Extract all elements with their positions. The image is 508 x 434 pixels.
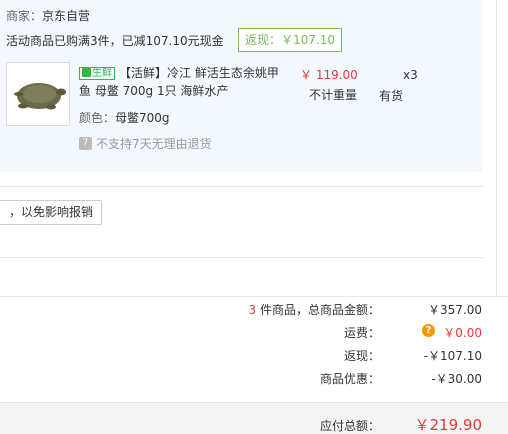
payable-value: ￥219.90 <box>414 416 483 434</box>
rebate-badge: 返现：￥107.10 <box>238 28 342 52</box>
column-divider <box>496 0 497 296</box>
payable-label: 应付总额： <box>319 419 380 433</box>
color-label: 颜色： <box>79 111 116 125</box>
discount-value: -￥30.00 <box>431 372 482 386</box>
merchant-info: 商家：京东自营 <box>6 7 90 24</box>
no-return-notice: 7 不支持7天无理由退货 <box>79 135 212 152</box>
cashback-label: 返现： <box>343 349 380 363</box>
section-divider <box>0 296 508 297</box>
goods-total-value: ￥357.00 <box>428 303 482 317</box>
shop-panel: 商家：京东自营 活动商品已购满3件，已减107.10元现金 返现：￥107.10… <box>0 0 482 172</box>
section-divider <box>0 257 484 258</box>
promo-text: 活动商品已购满3件，已减107.10元现金 <box>6 34 224 48</box>
product-price: ￥ 119.00 <box>300 68 358 82</box>
discount-label: 商品优惠： <box>319 372 380 386</box>
invoice-tip: ，以免影响报销 <box>0 200 103 225</box>
fresh-tag-label: 鲜 <box>102 68 112 79</box>
section-divider <box>0 186 484 187</box>
stock-status: 有货 <box>379 89 404 103</box>
no-return-text: 不支持7天无理由退货 <box>96 137 212 151</box>
freight-help-icon[interactable]: ? <box>422 324 435 337</box>
product-color: 颜色：母鳖700g <box>79 109 170 126</box>
merchant-name[interactable]: 京东自营 <box>42 9 90 23</box>
fresh-tag: 生鲜 <box>79 67 115 80</box>
product-weight: 不计重量 <box>309 88 358 102</box>
product-title[interactable]: 生鲜 【活鲜】冷江 鲜活生态余姚甲鱼 母鳖 700g 1只 海鲜水产 <box>79 64 279 100</box>
cashback-value: -￥107.10 <box>423 349 482 363</box>
turtle-image-icon <box>14 83 66 110</box>
item-count-suffix: 件商品，总商品金额： <box>256 303 380 317</box>
merchant-label: 商家： <box>6 9 43 23</box>
color-value: 母鳖700g <box>115 111 170 125</box>
goods-total-label: 3 件商品，总商品金额： <box>249 301 380 318</box>
product-image[interactable] <box>6 62 70 126</box>
freight-label: 运费： <box>343 326 380 340</box>
product-quantity: x3 <box>403 68 418 82</box>
fresh-tag-icon <box>82 68 91 77</box>
payable-bar: 应付总额： ￥219.90 <box>0 402 508 434</box>
no-return-icon: 7 <box>79 137 92 150</box>
freight-value: ￥0.00 <box>443 326 482 340</box>
fresh-tag-prefix: 生 <box>92 68 102 79</box>
